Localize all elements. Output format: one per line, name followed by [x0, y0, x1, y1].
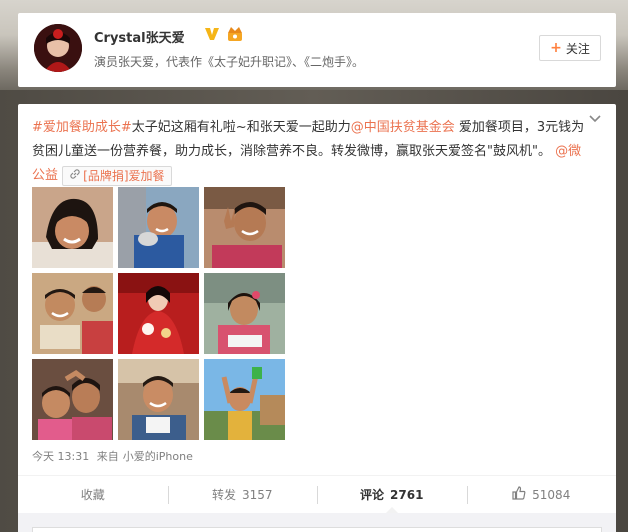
favorite-button[interactable]: 收藏 [18, 476, 168, 513]
post-photo[interactable] [118, 359, 199, 440]
plus-icon: + [550, 40, 562, 56]
like-button[interactable]: 51084 [466, 476, 617, 513]
comment-area [18, 513, 616, 532]
action-bar: 收藏 转发 3157 评论 2761 51084 [18, 475, 617, 514]
post-text-part-1: 太子妃这厢有礼啦~和张天爱一起助力 [131, 120, 351, 135]
photo-grid [32, 187, 285, 440]
avatar[interactable] [34, 24, 82, 72]
profile-name[interactable]: Crystal张天爱 [94, 27, 185, 46]
thumbs-up-icon [512, 486, 526, 503]
favorite-label: 收藏 [80, 488, 105, 502]
repost-button[interactable]: 转发 3157 [167, 476, 318, 513]
post-photo[interactable] [204, 187, 285, 268]
comment-count: 2761 [390, 487, 424, 502]
post-source[interactable]: 小爱的iPhone [123, 450, 193, 463]
comment-label: 评论 [360, 488, 385, 502]
profile-bio: 演员张天爱，代表作《太子妃升职记》、《二炮手》。 [94, 55, 365, 69]
topic-link[interactable]: #爱加餐助成长# [32, 120, 132, 135]
post-card: #爱加餐助成长#太子妃这厢有礼啦~和张天爱一起助力@中国扶贫基金会 爱加餐项目，… [18, 104, 616, 532]
post-photo[interactable] [204, 359, 285, 440]
verified-v-icon [204, 26, 220, 42]
brand-donation-label: [品牌捐]爱加餐 [83, 168, 165, 183]
follow-label: 关注 [565, 41, 590, 56]
post-photo[interactable] [118, 273, 199, 354]
post-photo[interactable] [118, 187, 199, 268]
member-crown-icon [226, 25, 244, 43]
mention-link-foundation[interactable]: @中国扶贫基金会 [351, 120, 455, 135]
post-photo[interactable] [32, 187, 113, 268]
comment-input[interactable] [32, 527, 602, 532]
like-count: 51084 [532, 487, 571, 502]
post-text: #爱加餐助成长#太子妃这厢有礼啦~和张天爱一起助力@中国扶贫基金会 爱加餐项目，… [32, 116, 592, 188]
repost-label: 转发 [211, 488, 236, 502]
post-photo[interactable] [32, 273, 113, 354]
profile-card: Crystal张天爱 演员张天爱，代表作《太子妃升职记》、《二炮手》。 + 关注 [18, 13, 616, 87]
brand-donation-link[interactable]: [品牌捐]爱加餐 [62, 165, 172, 186]
post-photo[interactable] [204, 273, 285, 354]
post-photo[interactable] [32, 359, 113, 440]
repost-count: 3157 [241, 487, 273, 502]
from-label: 来自 [96, 450, 119, 463]
follow-button[interactable]: + 关注 [539, 35, 601, 61]
post-time[interactable]: 今天 13:31 [32, 450, 89, 463]
post-meta: 今天 13:31 来自 小爱的iPhone [32, 448, 193, 464]
link-icon [69, 167, 81, 185]
comment-button[interactable]: 评论 2761 [317, 476, 467, 514]
